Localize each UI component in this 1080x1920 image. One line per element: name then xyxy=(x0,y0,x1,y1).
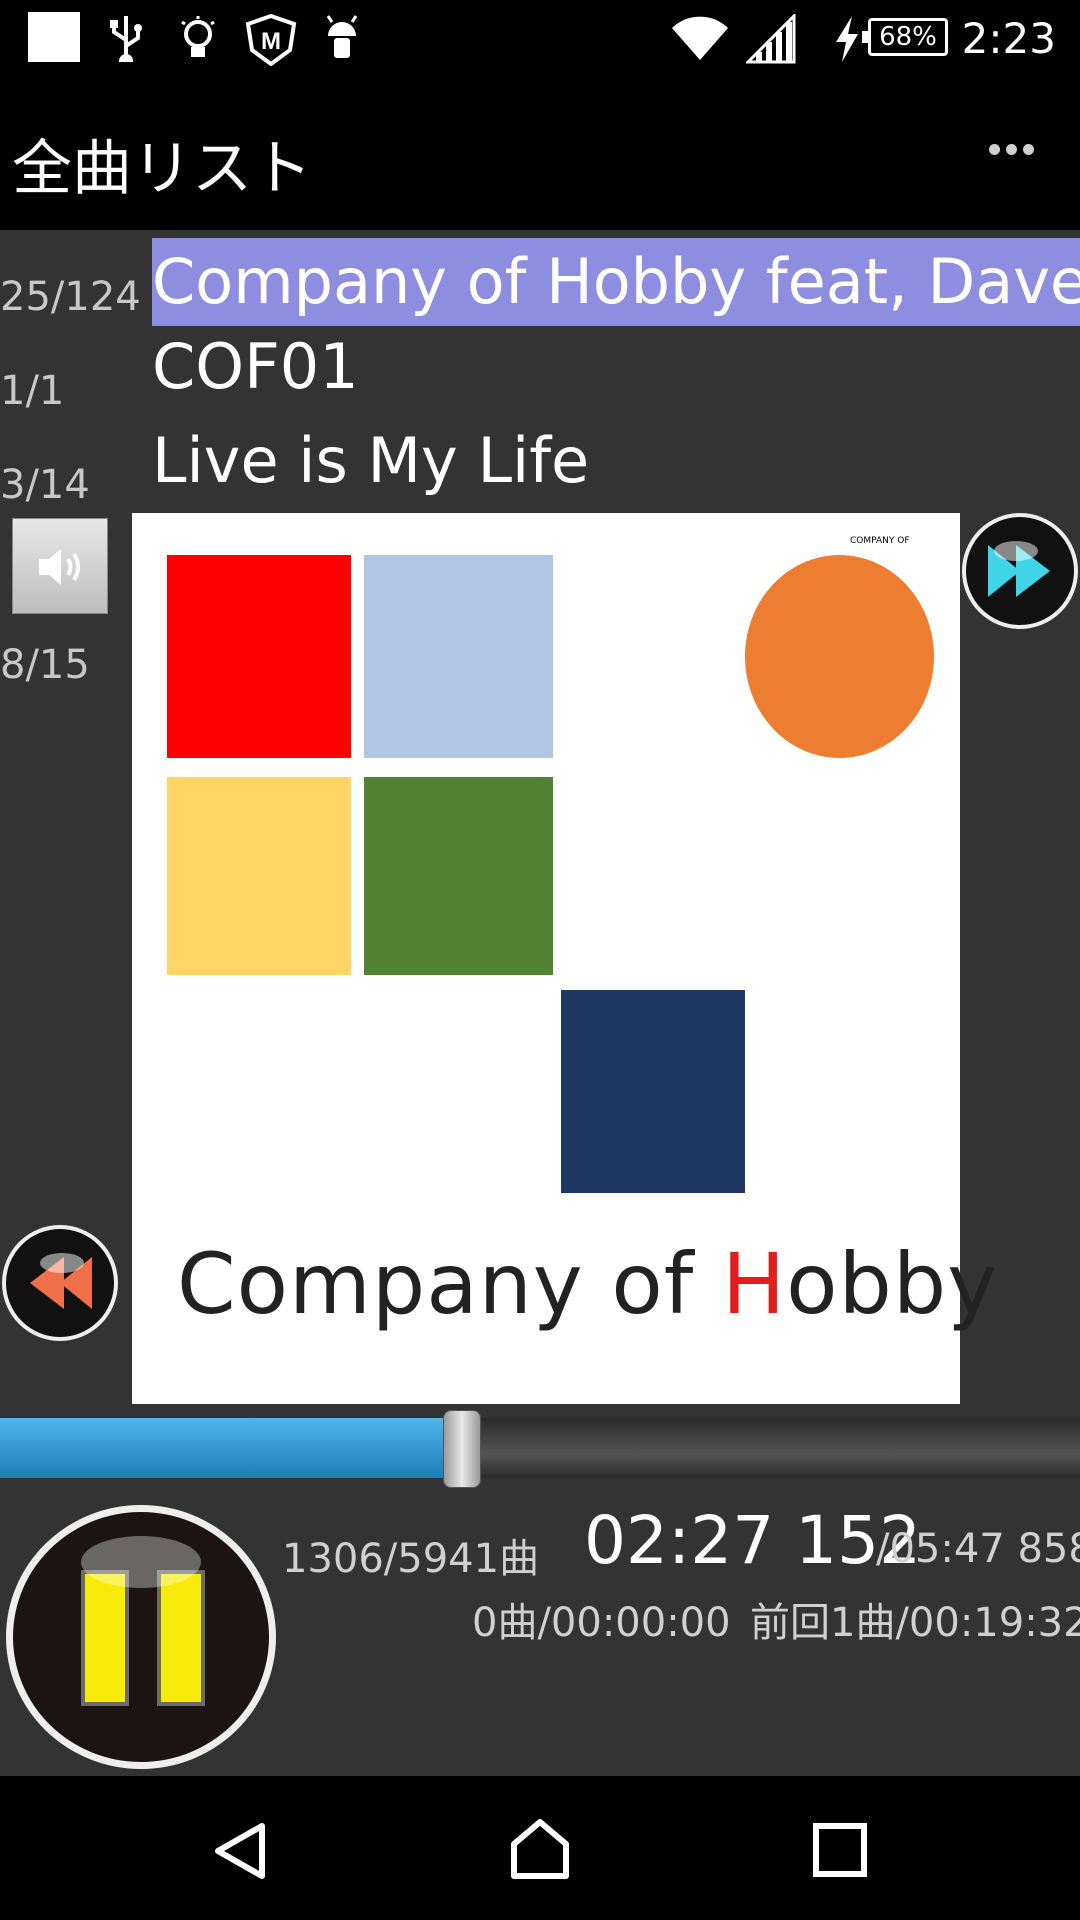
pause-icon xyxy=(81,1536,205,1706)
wifi-icon xyxy=(672,16,728,61)
more-dots-icon[interactable] xyxy=(986,140,1046,170)
album-cover: COMPANY OF Company of Hobby xyxy=(132,513,997,1404)
seek-bar[interactable] xyxy=(0,1410,1080,1488)
previous-button[interactable] xyxy=(2,1225,118,1341)
seek-thumb[interactable] xyxy=(443,1410,481,1488)
page-title: 全曲リスト xyxy=(12,134,312,204)
svg-text:M: M xyxy=(261,28,281,55)
fast-forward-icon xyxy=(988,541,1050,597)
navigation-bar xyxy=(0,1776,1080,1920)
current-time: 02:27 152 xyxy=(584,1502,922,1579)
album-index: 1/1 xyxy=(0,368,65,414)
home-icon[interactable] xyxy=(508,1816,572,1882)
clock: 2:23 xyxy=(961,14,1056,63)
status-bar: M 68% 2:23 xyxy=(0,0,1080,80)
cover-green-square xyxy=(364,777,553,975)
previous-session-info: 前回1曲/00:19:32 xyxy=(750,1600,1080,1646)
rewind-icon xyxy=(30,1253,92,1309)
signal-icon xyxy=(746,14,796,64)
android-icon xyxy=(326,15,358,58)
title-index: 25/124 xyxy=(0,274,141,320)
track-title[interactable]: Company of Hobby feat, Dave M xyxy=(152,238,1080,326)
recents-icon[interactable] xyxy=(812,1822,868,1878)
seek-progress xyxy=(0,1418,462,1478)
album-name[interactable]: COF01 xyxy=(152,330,359,403)
cover-logo-text: Company of Hobby xyxy=(177,1235,998,1333)
cover-red-square xyxy=(167,555,351,758)
volume-button[interactable] xyxy=(12,518,108,614)
cover-tiny-text: COMPANY OF xyxy=(850,536,910,546)
m-shield-icon: M xyxy=(245,14,297,66)
queue-info: 0曲/00:00:00 xyxy=(472,1600,731,1646)
genre-index: 8/15 xyxy=(0,642,90,688)
usb-icon xyxy=(110,16,142,62)
next-button[interactable] xyxy=(962,513,1078,629)
pause-button[interactable] xyxy=(6,1505,276,1769)
lightbulb-icon xyxy=(181,16,215,57)
cover-navy-square xyxy=(561,990,745,1193)
action-bar: 全曲リスト xyxy=(0,80,1080,230)
charging-icon xyxy=(836,16,858,62)
artist-name[interactable]: Live is My Life xyxy=(152,424,589,497)
artist-index: 3/14 xyxy=(0,462,90,508)
speaker-icon xyxy=(39,549,80,585)
back-icon[interactable] xyxy=(210,1820,270,1882)
song-count: 1306/5941曲 xyxy=(282,1536,540,1582)
cover-lightblue-square xyxy=(364,555,553,758)
cover-orange-circle xyxy=(745,555,934,758)
total-time: /05:47 858 xyxy=(876,1526,1080,1572)
cover-yellow-square xyxy=(167,777,351,975)
battery-indicator: 68% xyxy=(862,18,948,56)
notification-square-icon xyxy=(28,12,80,62)
